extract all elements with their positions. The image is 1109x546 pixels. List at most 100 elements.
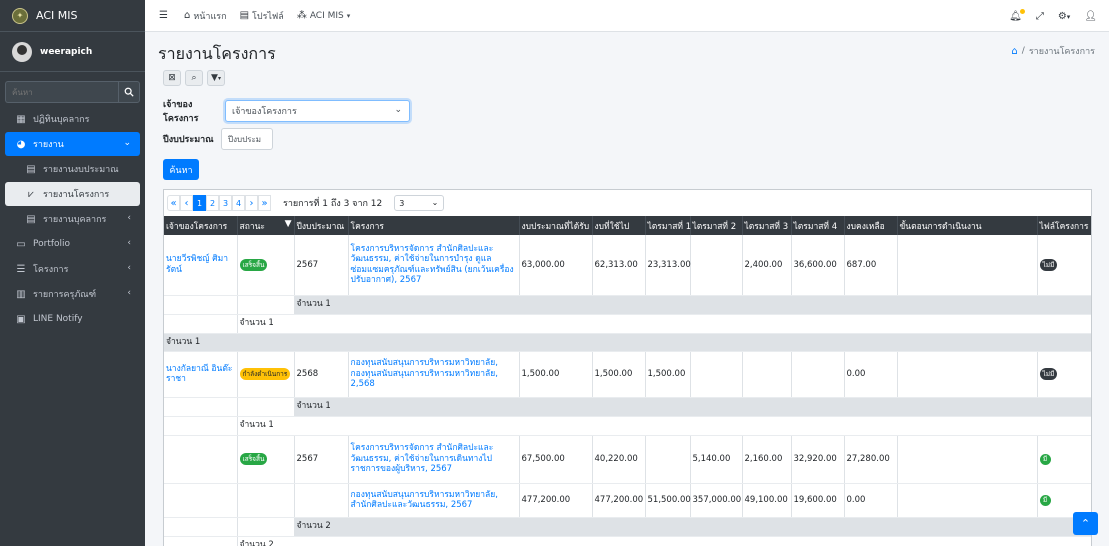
sidebar-nav: ▦ ปฏิทินบุคลากร ◕ รายงาน ⌄ ▤ รายงานงบประ… bbox=[5, 107, 140, 332]
q4-cell bbox=[791, 351, 845, 398]
breadcrumb-separator: / bbox=[1021, 46, 1025, 56]
file-badge[interactable]: มี bbox=[1039, 453, 1051, 465]
nav-home-link[interactable]: ⌂ หน้าแรก bbox=[184, 9, 227, 23]
sidebar-item-label: รายงานบุคลากร bbox=[43, 215, 107, 225]
next-page-button[interactable]: › bbox=[245, 195, 258, 211]
nav-profile-link[interactable]: ▤ โปรไฟล์ bbox=[240, 9, 284, 23]
sidebar-item-projects[interactable]: ☰ โครงการ ‹ bbox=[5, 257, 140, 281]
search-button[interactable] bbox=[118, 81, 140, 103]
filter-menu-button[interactable]: ▼ ▾ bbox=[207, 70, 225, 86]
col-header[interactable]: ไตรมาสที่ 2 bbox=[690, 216, 743, 235]
col-header[interactable]: งบประมาณที่ได้รับ bbox=[519, 216, 593, 235]
search-icon: ⌕ bbox=[191, 73, 197, 83]
first-page-button[interactable]: « bbox=[167, 195, 180, 211]
line-icon: ▣ bbox=[16, 313, 26, 325]
sidebar-item-label: โครงการ bbox=[33, 265, 69, 275]
col-header[interactable]: งบที่ใช้ไป bbox=[592, 216, 646, 235]
page-size-select[interactable]: 3 ⌄ bbox=[394, 195, 445, 211]
home-icon: ⌂ bbox=[183, 10, 191, 21]
file-cell: ไม่มี bbox=[1037, 235, 1091, 296]
col-header[interactable]: ปีงบประมาณ bbox=[294, 216, 349, 235]
user-panel[interactable]: weerapich bbox=[0, 32, 145, 72]
file-badge[interactable]: ไม่มี bbox=[1039, 258, 1058, 271]
page-button[interactable]: 4 bbox=[232, 195, 245, 211]
col-header[interactable]: สถานะ ▼ bbox=[237, 216, 295, 235]
sidebar-search-input[interactable] bbox=[5, 81, 118, 103]
col-header[interactable]: เจ้าของโครงการ bbox=[164, 216, 238, 235]
pagination: « ‹ 1 2 3 4 › » รายการที่ 1 ถึง 3 จาก 12… bbox=[164, 190, 1091, 216]
group-total-label: จำนวน 1 bbox=[164, 333, 1091, 352]
report-table: เจ้าของโครงการ สถานะ ▼ ปีงบประมาณ โครงการ… bbox=[164, 216, 1091, 546]
chevron-left-icon: ‹ bbox=[127, 263, 131, 273]
sidebar-item-portfolio[interactable]: ▭ Portfolio ‹ bbox=[5, 232, 140, 256]
sidebar-item-budget-report[interactable]: ▤ รายงานงบประมาณ bbox=[5, 157, 140, 181]
col-header[interactable]: งบคงเหลือ bbox=[844, 216, 898, 235]
col-header[interactable]: โครงการ bbox=[348, 216, 520, 235]
q3-cell: 2,160.00 bbox=[742, 435, 792, 484]
sidebar-item-label: รายงานงบประมาณ bbox=[43, 165, 119, 175]
steps-cell bbox=[897, 235, 1038, 296]
filter-icon[interactable]: ▼ bbox=[285, 219, 292, 229]
sidebar-item-calendar[interactable]: ▦ ปฏิทินบุคลากร bbox=[5, 107, 140, 131]
project-cell[interactable]: โครงการบริหารจัดการ สำนักศิลปะและวัฒนธรร… bbox=[348, 435, 520, 484]
fullscreen-button[interactable]: ⤢ bbox=[1036, 11, 1044, 22]
q3-cell: 2,400.00 bbox=[742, 235, 792, 296]
project-cell[interactable]: กองทุนสนับสนุนการบริหารมหาวิทยาลัย, สำนั… bbox=[348, 483, 520, 518]
export-excel-button[interactable]: ⊠ bbox=[163, 70, 181, 86]
nav-app-menu[interactable]: ⁂ ACI MIS ▾ bbox=[297, 10, 350, 21]
hamburger-icon: ☰ bbox=[159, 10, 168, 21]
settings-button[interactable]: ⚙▾ bbox=[1058, 11, 1070, 22]
steps-cell bbox=[897, 435, 1038, 484]
scroll-to-top-button[interactable]: ⌃ bbox=[1073, 512, 1098, 535]
table-row: นายวีรพิชญ์ ศิมารัตน์ เสร็จสิ้น 2567 โคร… bbox=[164, 235, 1091, 296]
subtotal-label: จำนวน 1 bbox=[294, 295, 1091, 315]
search-button[interactable]: ค้นหา bbox=[163, 159, 199, 180]
sidebar-item-label: Portfolio bbox=[33, 239, 71, 249]
q1-cell: 51,500.00 bbox=[645, 483, 691, 518]
year-input[interactable]: ปีงบประม bbox=[221, 128, 273, 150]
owner-cell[interactable]: นางกัลยาณี อินต๊ะราชา bbox=[164, 351, 238, 398]
sidebar-item-reports[interactable]: ◕ รายงาน ⌄ bbox=[5, 132, 140, 156]
page-button[interactable]: 3 bbox=[219, 195, 232, 211]
col-header[interactable]: ไฟล์โครงการ bbox=[1037, 216, 1091, 235]
chevron-up-icon: ⌃ bbox=[1080, 517, 1091, 530]
sidebar-item-line-notify[interactable]: ▣ LINE Notify bbox=[5, 307, 140, 331]
page-button[interactable]: 2 bbox=[206, 195, 219, 211]
menu-toggle-button[interactable]: ☰ bbox=[159, 10, 171, 21]
brand-name: ACI MIS bbox=[36, 9, 78, 22]
chevron-down-icon: ⌄ bbox=[123, 138, 131, 148]
sidebar-item-personnel-report[interactable]: ▤ รายงานบุคลากร ‹ bbox=[5, 207, 140, 231]
search-toggle-button[interactable]: ⌕ bbox=[185, 70, 203, 86]
brand[interactable]: ✦ ACI MIS bbox=[0, 0, 145, 32]
pager-info: รายการที่ 1 ถึง 3 จาก 12 bbox=[283, 199, 383, 209]
col-header[interactable]: ไตรมาสที่ 1 bbox=[645, 216, 691, 235]
project-cell[interactable]: กองทุนสนับสนุนการบริหารมหาวิทยาลัย, กองท… bbox=[348, 351, 520, 398]
chevron-down-icon: ⌄ bbox=[394, 105, 402, 115]
owner-cell[interactable]: นายวีรพิชญ์ ศิมารัตน์ bbox=[164, 235, 238, 296]
subtotal-row: จำนวน 1 bbox=[164, 314, 1091, 334]
col-header[interactable]: ขั้นตอนการดำเนินงาน bbox=[897, 216, 1038, 235]
file-badge[interactable]: ไม่มี bbox=[1039, 367, 1058, 381]
page-button[interactable]: 1 bbox=[193, 195, 206, 211]
last-page-button[interactable]: » bbox=[258, 195, 271, 211]
file-badge[interactable]: มี bbox=[1039, 494, 1051, 506]
project-cell[interactable]: โครงการบริหารจัดการ สำนักศิลปะและวัฒนธรร… bbox=[348, 235, 520, 296]
budget-cell: 67,500.00 bbox=[519, 435, 593, 484]
prev-page-button[interactable]: ‹ bbox=[180, 195, 193, 211]
empty-cell bbox=[237, 295, 295, 315]
col-header[interactable]: ไตรมาสที่ 4 bbox=[791, 216, 845, 235]
owner-select[interactable]: เจ้าของโครงการ ⌄ bbox=[225, 100, 410, 122]
subtotal-label: จำนวน 2 bbox=[237, 536, 1091, 546]
chevron-left-icon: ‹ bbox=[127, 213, 131, 223]
status-cell: กำลังดำเนินการ bbox=[237, 351, 295, 398]
list-icon: ☰ bbox=[16, 263, 26, 275]
sidebar-item-equipment[interactable]: ▥ รายการครุภัณฑ์ ‹ bbox=[5, 282, 140, 306]
caret-down-icon: ▾ bbox=[1066, 12, 1071, 21]
col-header[interactable]: ไตรมาสที่ 3 bbox=[742, 216, 792, 235]
sidebar-item-project-report[interactable]: ⩗ รายงานโครงการ bbox=[5, 182, 140, 206]
empty-cell bbox=[237, 397, 295, 417]
user-menu-button[interactable]: 👤︎ bbox=[1084, 11, 1097, 22]
home-icon[interactable]: ⌂ bbox=[1011, 46, 1017, 57]
owner-filter-label: เจ้าของโครงการ bbox=[163, 100, 199, 124]
notifications-button[interactable]: 🔔︎ bbox=[1009, 8, 1025, 22]
